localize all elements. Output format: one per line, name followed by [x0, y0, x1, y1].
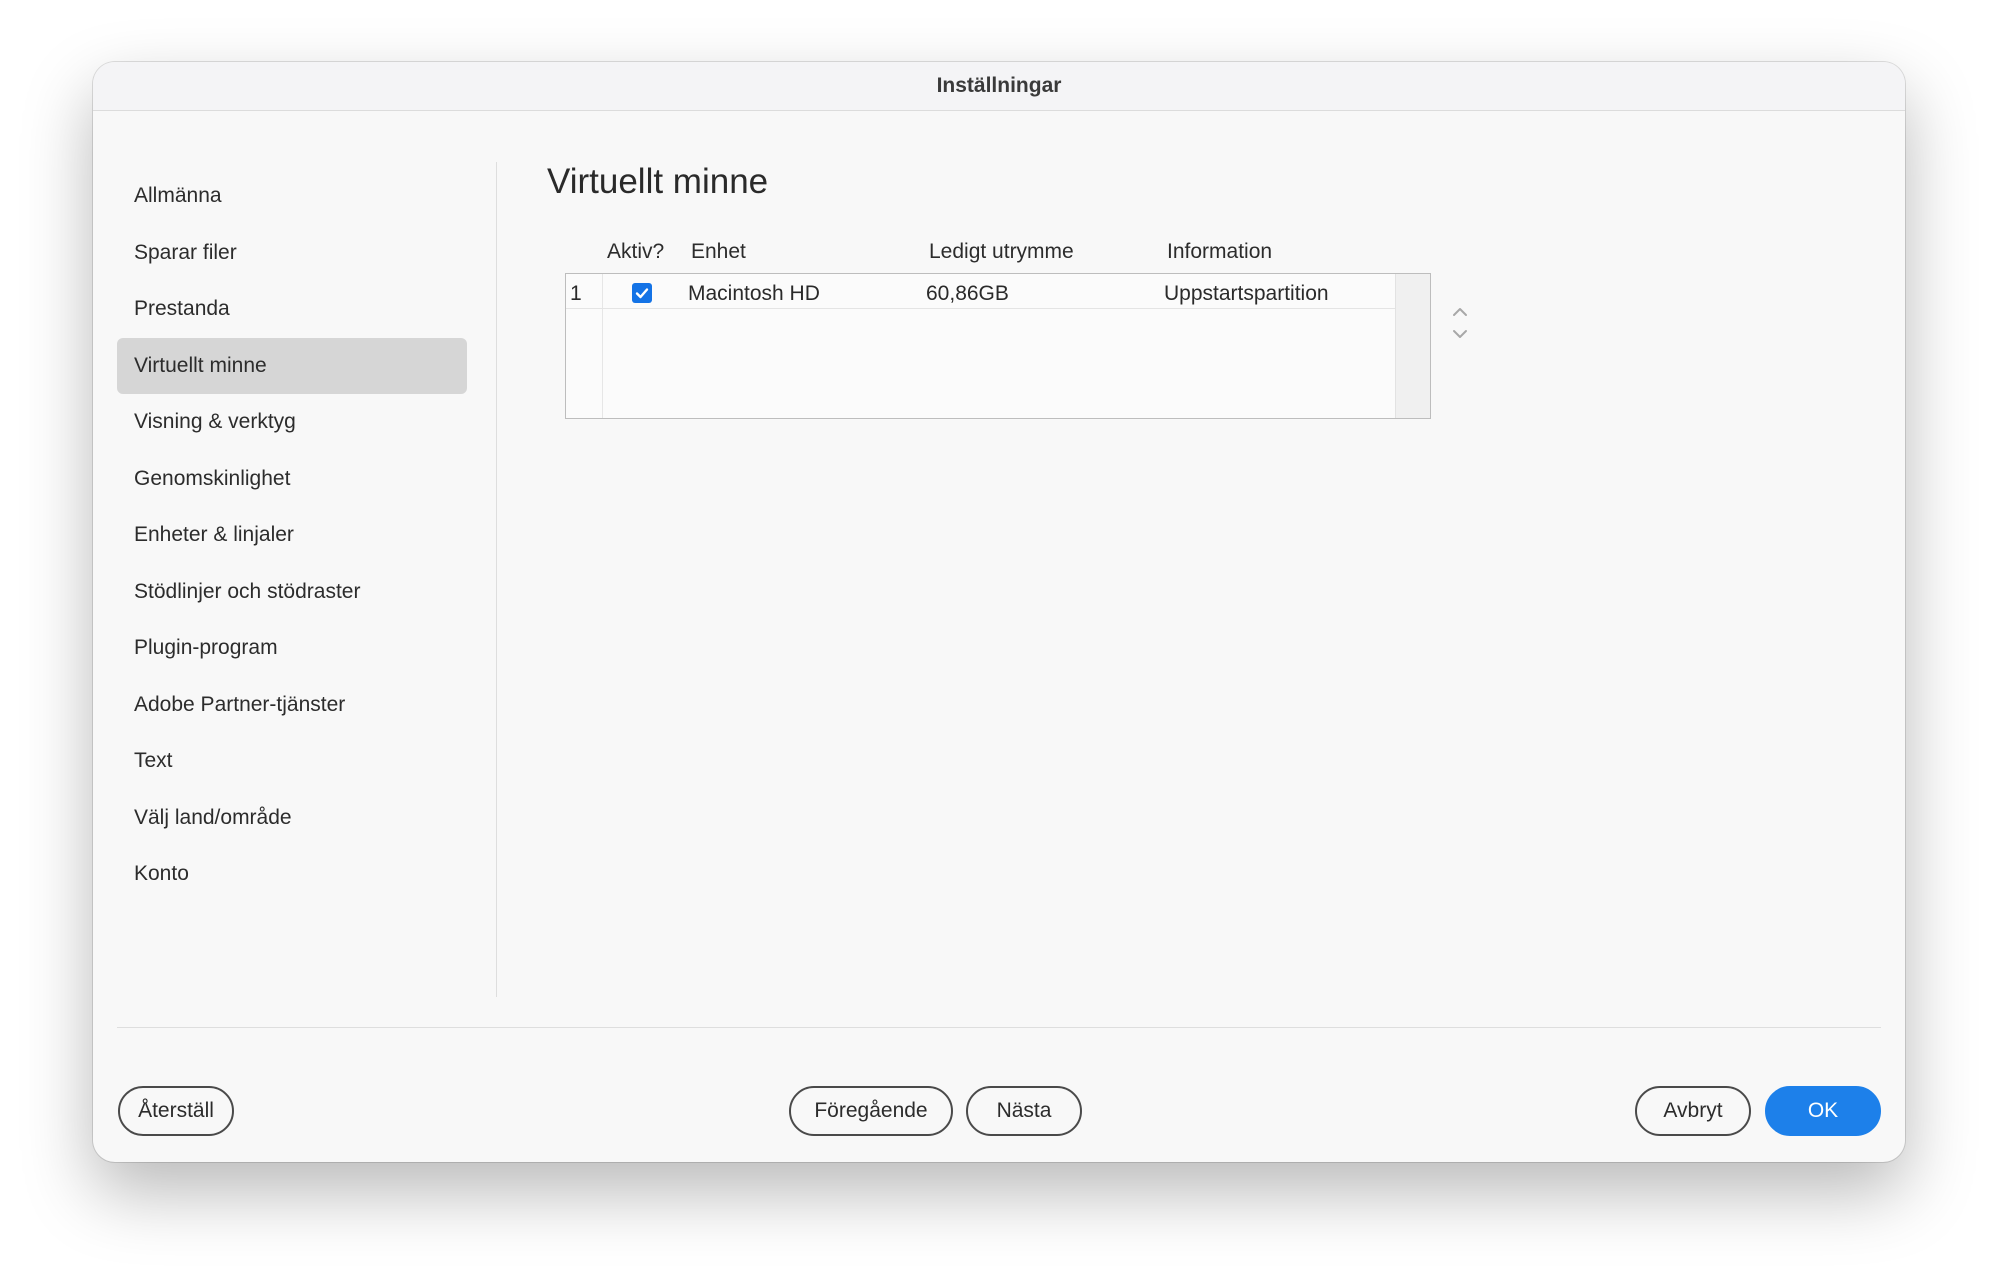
cancel-button[interactable]: Avbryt	[1635, 1086, 1751, 1136]
sidebar-item-plugin-program[interactable]: Plugin-program	[117, 620, 467, 676]
reorder-stepper	[1449, 304, 1471, 344]
table-scrollbar[interactable]	[1395, 274, 1430, 418]
sidebar-item-allmanna[interactable]: Allmänna	[117, 168, 467, 224]
row-index: 1	[570, 282, 582, 305]
move-down-button[interactable]	[1449, 326, 1471, 342]
window-title: Inställningar	[93, 62, 1905, 111]
preferences-window: Inställningar Allmänna Sparar filer Pres…	[93, 62, 1905, 1162]
sidebar-item-konto[interactable]: Konto	[117, 846, 467, 902]
sidebar-item-virtuellt-minne[interactable]: Virtuellt minne	[117, 337, 467, 394]
device-info: Uppstartspartition	[1164, 282, 1329, 305]
reset-button[interactable]: Återställ	[118, 1086, 234, 1136]
checkmark-icon	[635, 288, 649, 299]
scratch-disk-table: 1 Macintosh HD 60,86GB Uppstartspartitio…	[565, 273, 1431, 419]
sidebar: Allmänna Sparar filer Prestanda Virtuell…	[117, 168, 467, 903]
column-header-info: Information	[1167, 240, 1273, 263]
table-row[interactable]: 1 Macintosh HD 60,86GB Uppstartspartitio…	[566, 274, 1396, 309]
free-space-value: 60,86GB	[926, 282, 1009, 305]
device-name: Macintosh HD	[688, 282, 820, 305]
ok-button[interactable]: OK	[1765, 1086, 1881, 1136]
page-title: Virtuellt minne	[547, 162, 769, 201]
sidebar-divider	[496, 162, 497, 997]
column-header-device: Enhet	[691, 240, 746, 263]
sidebar-item-enheter-linjaler[interactable]: Enheter & linjaler	[117, 507, 467, 563]
footer-divider	[117, 1027, 1881, 1028]
sidebar-item-prestanda[interactable]: Prestanda	[117, 281, 467, 337]
sidebar-item-valj-land[interactable]: Välj land/område	[117, 790, 467, 846]
chevron-up-icon	[1453, 308, 1467, 316]
move-up-button[interactable]	[1449, 304, 1471, 320]
next-button[interactable]: Nästa	[966, 1086, 1082, 1136]
sidebar-item-stodlinjer[interactable]: Stödlinjer och stödraster	[117, 564, 467, 620]
previous-button[interactable]: Föregående	[789, 1086, 953, 1136]
column-header-free-space: Ledigt utrymme	[929, 240, 1074, 263]
sidebar-item-visning-verktyg[interactable]: Visning & verktyg	[117, 394, 467, 450]
sidebar-item-sparar-filer[interactable]: Sparar filer	[117, 225, 467, 281]
sidebar-item-adobe-partner[interactable]: Adobe Partner-tjänster	[117, 677, 467, 733]
sidebar-item-genomskinlighet[interactable]: Genomskinlighet	[117, 451, 467, 507]
active-checkbox[interactable]	[632, 283, 652, 303]
sidebar-item-text[interactable]: Text	[117, 733, 467, 789]
column-header-active: Aktiv?	[607, 240, 665, 263]
chevron-down-icon	[1453, 330, 1467, 338]
